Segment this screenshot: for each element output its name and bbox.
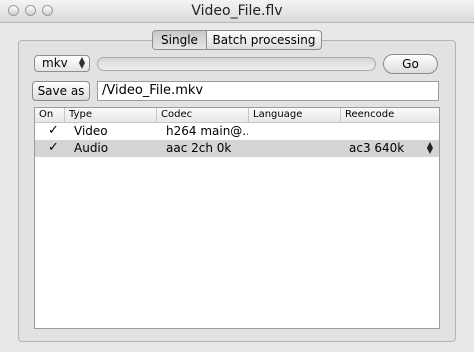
cell-type: Audio xyxy=(74,141,109,155)
streams-table: On Type Codec Language Reencode ✓ Video … xyxy=(34,107,440,329)
cell-codec: h264 main@... xyxy=(166,124,248,138)
cell-type: Video xyxy=(74,124,108,138)
format-value: mkv xyxy=(42,56,68,70)
table-header: On Type Codec Language Reencode xyxy=(35,108,439,123)
cell-reencode[interactable]: ac3 640k xyxy=(349,140,404,157)
progress-bar xyxy=(97,57,376,71)
table-row[interactable]: ✓ Audio aac 2ch 0k ac3 640k ▲ ▼ xyxy=(35,140,439,157)
save-as-button[interactable]: Save as xyxy=(32,81,90,101)
column-header-language[interactable]: Language xyxy=(249,108,341,122)
column-header-on[interactable]: On xyxy=(35,108,65,122)
tab-batch-processing[interactable]: Batch processing xyxy=(207,31,321,49)
table-row[interactable]: ✓ Video h264 main@... xyxy=(35,123,439,140)
output-path-field[interactable]: /Video_File.mkv xyxy=(97,81,439,101)
column-header-reencode[interactable]: Reencode xyxy=(341,108,439,122)
column-header-type[interactable]: Type xyxy=(65,108,157,122)
mode-tabs: Single Batch processing xyxy=(152,30,322,50)
checkmark-icon[interactable]: ✓ xyxy=(48,124,60,137)
stepper-arrows-icon[interactable]: ▲ ▼ xyxy=(427,141,433,155)
cell-codec: aac 2ch 0k xyxy=(166,141,232,155)
checkmark-icon[interactable]: ✓ xyxy=(48,141,60,154)
format-popup[interactable]: mkv ▲ ▼ xyxy=(34,55,90,72)
app-window: Video_File.flv Single Batch processing m… xyxy=(0,0,474,352)
go-button[interactable]: Go xyxy=(383,54,438,74)
tab-single[interactable]: Single xyxy=(153,31,207,49)
column-header-codec[interactable]: Codec xyxy=(157,108,249,122)
window-title: Video_File.flv xyxy=(191,3,283,19)
chevron-updown-icon: ▲ ▼ xyxy=(78,55,85,70)
title-bar: Video_File.flv xyxy=(0,0,474,23)
